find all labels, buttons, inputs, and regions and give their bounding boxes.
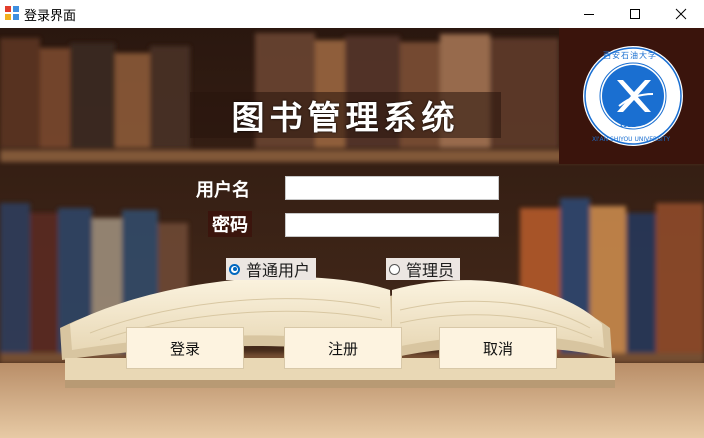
university-logo [583, 46, 683, 146]
window-title: 登录界面 [24, 9, 77, 24]
minimize-button[interactable] [566, 0, 612, 28]
emblem-top-text: 西安石油大学 [603, 51, 657, 60]
username-label: 用户名 [196, 180, 250, 201]
login-button[interactable]: 登录 [126, 327, 244, 369]
close-icon [675, 8, 687, 20]
app-icon [5, 6, 19, 20]
cancel-button[interactable]: 取消 [439, 327, 557, 369]
page-title: 图书管理系统 [190, 92, 501, 138]
radio-admin-label: 管理员 [406, 261, 455, 280]
username-input[interactable] [285, 176, 499, 200]
title-bar: 登录界面 [0, 0, 704, 28]
password-input[interactable] [285, 213, 499, 237]
emblem-en-text: XI'AN SHIYOU UNIVERSITY [592, 136, 671, 143]
radio-normal-user[interactable]: 普通用户 [226, 258, 317, 280]
password-label: 密码 [208, 211, 252, 237]
login-window: 登录界面 1951 西安石油大学 XI'AN SHIYOU UNIVERSITY… [0, 0, 704, 438]
register-button[interactable]: 注册 [284, 327, 402, 369]
close-button[interactable] [658, 0, 704, 28]
emblem-panel: 1951 西安石油大学 XI'AN SHIYOU UNIVERSITY [559, 28, 704, 164]
radio-admin[interactable]: 管理员 [386, 258, 461, 280]
emblem-year: 1951 [619, 122, 636, 129]
radio-unselected-icon [389, 263, 400, 275]
radio-selected-icon [229, 263, 240, 275]
minimize-icon [584, 14, 594, 15]
radio-normal-user-label: 普通用户 [246, 261, 311, 280]
maximize-icon [630, 9, 640, 19]
maximize-button[interactable] [612, 0, 658, 28]
